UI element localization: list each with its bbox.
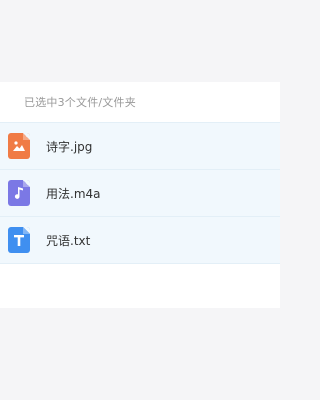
file-name: 咒语.txt: [46, 233, 91, 248]
music-file-icon: [8, 180, 30, 206]
list-item[interactable]: 诗字.jpg: [0, 122, 280, 170]
file-name: 诗字.jpg: [46, 139, 93, 154]
selected-file-list: 诗字.jpg 用法.m4a 咒语.txt: [0, 122, 280, 264]
file-name: 用法.m4a: [46, 186, 101, 201]
list-item[interactable]: 咒语.txt: [0, 217, 280, 264]
selection-panel: 已选中3个文件/文件夹 诗字.jpg 用法.m4a 咒语.txt: [0, 82, 280, 308]
image-file-icon: [8, 133, 30, 159]
selection-summary: 已选中3个文件/文件夹: [24, 96, 136, 109]
list-item[interactable]: 用法.m4a: [0, 170, 280, 217]
text-file-icon: [8, 227, 30, 253]
